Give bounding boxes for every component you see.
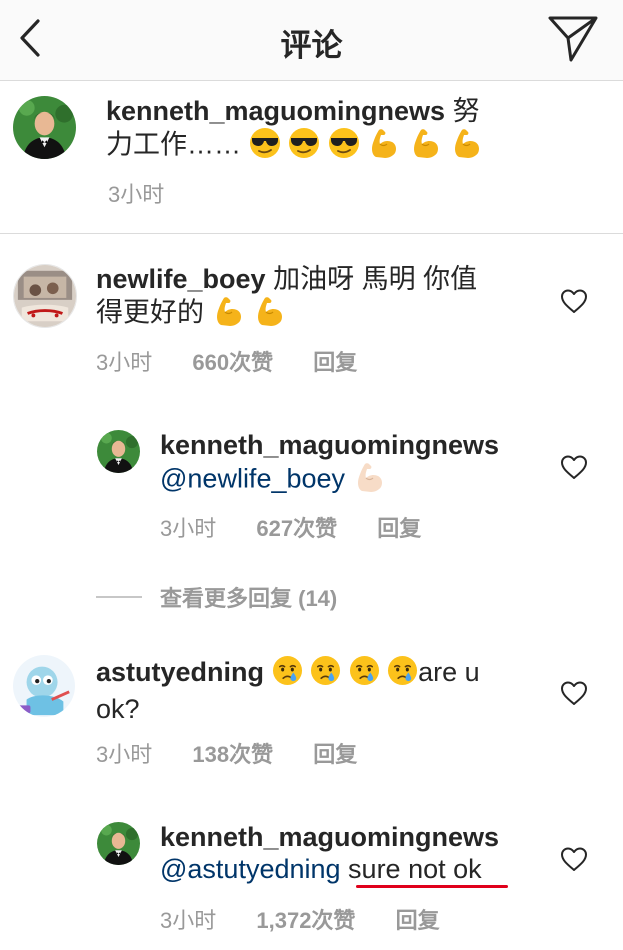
flexed-biceps-emoji-icon [212, 295, 246, 327]
comment-time: 3小时 [96, 350, 153, 375]
direct-send-button[interactable] [547, 14, 599, 64]
reply-button[interactable]: 回复 [377, 516, 421, 541]
view-more-replies-button[interactable]: 查看更多回复 (14) [96, 580, 337, 614]
avatar[interactable] [13, 264, 77, 328]
caption-text-line1: 努 [452, 96, 480, 126]
heart-icon[interactable] [560, 454, 588, 480]
reply-body: sure not ok [348, 854, 482, 884]
avatar[interactable] [97, 430, 140, 473]
comment-likes-count[interactable]: 138次赞 [192, 742, 273, 767]
reply-mention-link[interactable]: @newlife_boey [160, 464, 345, 494]
sunglasses-emoji-icon [288, 127, 320, 159]
crying-face-emoji-icon [272, 655, 303, 686]
comment-likes-count[interactable]: 660次赞 [192, 350, 273, 375]
reply-button[interactable]: 回复 [396, 908, 440, 933]
crying-face-emoji-icon [349, 655, 380, 686]
reply-username[interactable]: kenneth_maguomingnews [160, 430, 499, 460]
comment-text: newlife_boey 加油呀 馬明 你值 得更好的 [96, 263, 536, 334]
crying-face-emoji-group [272, 655, 419, 693]
annotation-underline [356, 885, 508, 888]
view-more-replies-label: 查看更多回复 (14) [160, 586, 338, 611]
reply-text: kenneth_maguomingnews @newlife_boey [160, 429, 540, 500]
header-bar: 评论 [0, 0, 623, 81]
comment-meta: 3小时 660次赞 回复 [96, 345, 391, 377]
flexed-biceps-emoji-icon [450, 127, 484, 159]
reply-meta: 3小时 627次赞 回复 [160, 511, 455, 543]
avatar[interactable] [13, 96, 76, 159]
reply-time: 3小时 [160, 516, 217, 541]
flexed-biceps-emoji-icon [253, 295, 287, 327]
comment-text-line1: are u [418, 657, 480, 688]
caption-username[interactable]: kenneth_maguomingnews [106, 96, 445, 126]
heart-icon[interactable] [560, 680, 588, 706]
heart-icon[interactable] [560, 846, 588, 872]
flexed-biceps-emoji-icon [353, 461, 387, 493]
comment-username[interactable]: astutyedning [96, 657, 264, 687]
reply-meta: 3小时 1,372次赞 回复 [160, 903, 474, 935]
direct-send-icon [548, 16, 598, 62]
heart-icon[interactable] [560, 288, 588, 314]
caption-text: kenneth_maguomingnews 努 力工作…… [106, 95, 526, 166]
reply-mention-link[interactable]: @astutyedning [160, 854, 341, 884]
avatar[interactable] [97, 822, 140, 865]
crying-face-emoji-icon [387, 655, 418, 686]
avatar[interactable] [13, 655, 75, 717]
sunglasses-emoji-group [249, 127, 485, 166]
flexed-biceps-emoji-group [353, 461, 387, 500]
caption-meta: 3小时 [108, 177, 198, 209]
reply-time: 3小时 [160, 908, 217, 933]
comment-time: 3小时 [96, 742, 153, 767]
flexed-biceps-emoji-icon [367, 127, 401, 159]
divider [0, 233, 623, 234]
reply-username[interactable]: kenneth_maguomingnews [160, 822, 499, 852]
caption-text-line2: 力工作…… [106, 129, 241, 160]
page-title: 评论 [280, 28, 343, 63]
reply-button[interactable]: 回复 [313, 350, 357, 375]
caption-time: 3小时 [108, 182, 165, 207]
flexed-biceps-emoji-group [212, 295, 288, 334]
comment-text-line2: 得更好的 [96, 297, 204, 328]
crying-face-emoji-icon [310, 655, 341, 686]
reply-likes-count[interactable]: 627次赞 [256, 516, 337, 541]
view-more-divider [96, 596, 142, 598]
sunglasses-emoji-icon [249, 127, 281, 159]
comment-text-line1: 加油呀 馬明 你值 [273, 264, 478, 294]
comment-text-line2: ok? [96, 694, 140, 724]
sunglasses-emoji-icon [328, 127, 360, 159]
comment-meta: 3小时 138次赞 回复 [96, 737, 391, 769]
reply-button[interactable]: 回复 [313, 742, 357, 767]
comment-username[interactable]: newlife_boey [96, 264, 266, 294]
reply-text: kenneth_maguomingnews @astutyedning sure… [160, 821, 540, 885]
flexed-biceps-emoji-icon [409, 127, 443, 159]
comment-text: astutyedning are u ok? [96, 655, 536, 725]
reply-likes-count[interactable]: 1,372次赞 [256, 908, 355, 933]
